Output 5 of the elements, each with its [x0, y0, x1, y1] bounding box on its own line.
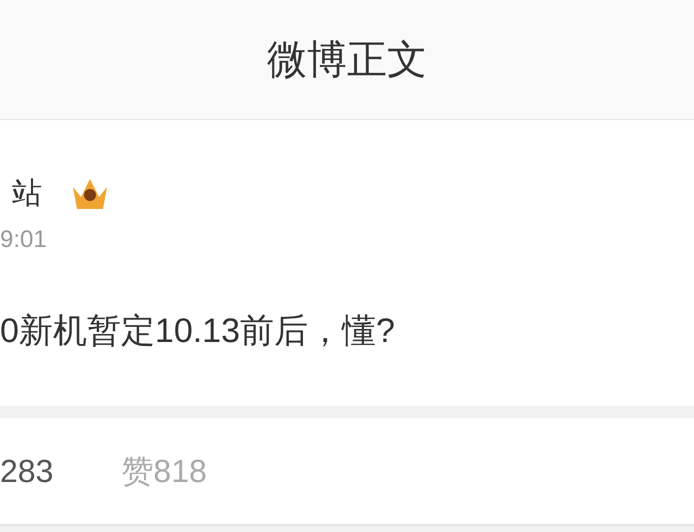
post-time: 9:01: [0, 228, 48, 252]
post-text: 0新机暂定10.13前后，懂?: [0, 314, 396, 348]
page-title: 微博正文: [267, 36, 427, 84]
author-name[interactable]: 站: [0, 179, 42, 209]
tab[interactable]: 283: [0, 447, 54, 495]
